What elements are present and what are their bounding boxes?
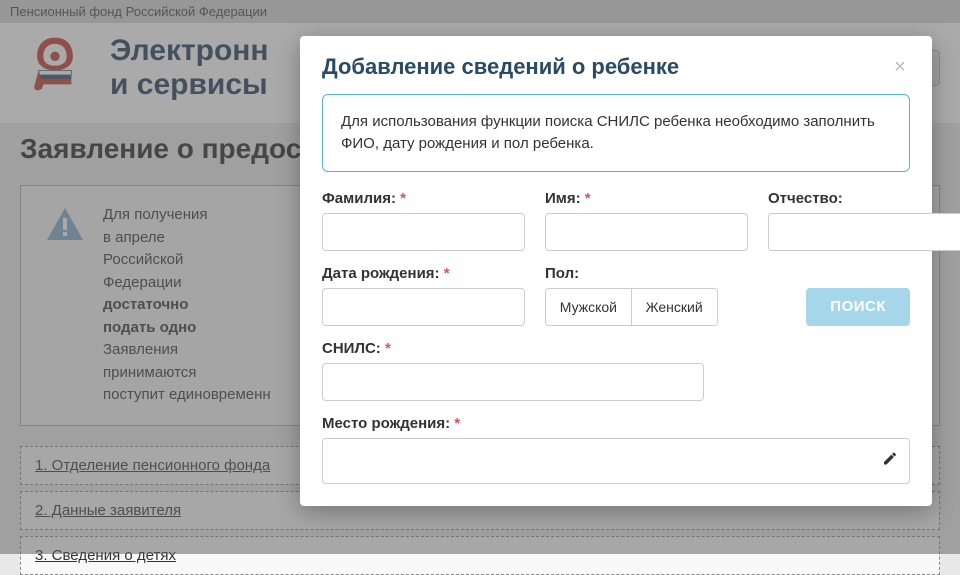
search-button[interactable]: ПОИСК <box>806 288 910 326</box>
modal-title: Добавление сведений о ребенке <box>322 54 679 80</box>
gender-group: Пол: Мужской Женский <box>545 265 718 326</box>
search-group: ПОИСК <box>738 265 911 326</box>
patronymic-input[interactable] <box>768 213 960 251</box>
snils-label: СНИЛС: * <box>322 340 704 357</box>
add-child-modal: Добавление сведений о ребенке × Для испо… <box>300 36 932 506</box>
patronymic-label: Отчество: <box>768 190 960 207</box>
dob-input[interactable] <box>322 288 525 326</box>
gender-female-button[interactable]: Женский <box>631 289 717 325</box>
modal-body: Для использования функции поиска СНИЛС р… <box>300 94 932 506</box>
patronymic-group: Отчество: <box>768 190 960 251</box>
snils-input[interactable] <box>322 363 704 401</box>
close-icon: × <box>894 56 906 78</box>
dob-label: Дата рождения: * <box>322 265 525 282</box>
name-label: Имя: * <box>545 190 748 207</box>
snils-group: СНИЛС: * <box>322 340 704 401</box>
modal-header: Добавление сведений о ребенке × <box>300 36 932 94</box>
gender-label: Пол: <box>545 265 718 282</box>
surname-group: Фамилия: * <box>322 190 525 251</box>
dob-group: Дата рождения: * <box>322 265 525 326</box>
name-input[interactable] <box>545 213 748 251</box>
name-group: Имя: * <box>545 190 748 251</box>
surname-label: Фамилия: * <box>322 190 525 207</box>
info-box: Для использования функции поиска СНИЛС р… <box>322 94 910 172</box>
birthplace-group: Место рождения: * <box>322 415 910 484</box>
gender-toggle: Мужской Женский <box>545 288 718 326</box>
birthplace-label: Место рождения: * <box>322 415 910 432</box>
gender-male-button[interactable]: Мужской <box>546 289 631 325</box>
surname-input[interactable] <box>322 213 525 251</box>
edit-icon[interactable] <box>882 450 898 471</box>
close-button[interactable]: × <box>890 57 910 77</box>
birthplace-input[interactable] <box>322 438 910 484</box>
